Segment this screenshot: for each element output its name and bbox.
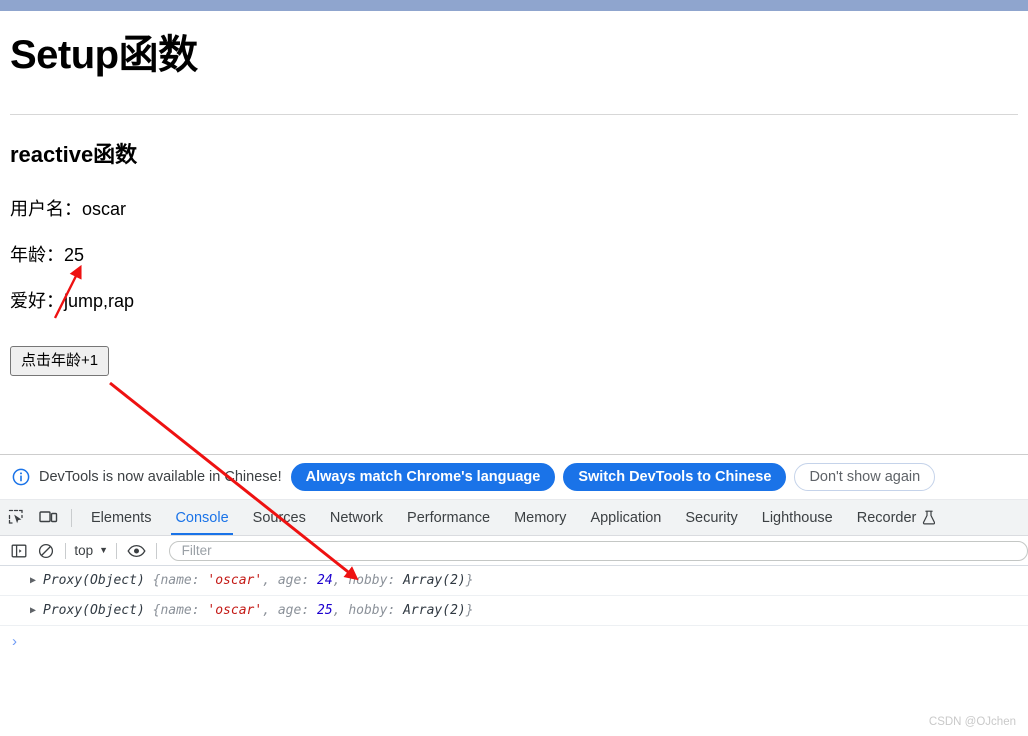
prop-key-name: name: [160,573,200,588]
prop-key-name: name: [160,603,200,618]
clear-console-icon[interactable] [33,539,60,563]
console-message-row[interactable]: ▶ Proxy(Object) { name: 'oscar' , age: 2… [0,566,1028,596]
switch-to-chinese-button[interactable]: Switch DevTools to Chinese [563,463,787,491]
tab-lighthouse[interactable]: Lighthouse [750,500,845,535]
object-class-name: Proxy(Object) [43,603,145,618]
console-toolbar-divider-1 [65,542,67,559]
console-filter-input[interactable] [179,542,1017,559]
expand-triangle-icon[interactable]: ▶ [30,575,36,586]
prop-key-hobby: hobby: [348,573,396,588]
prop-key-hobby: hobby: [348,603,396,618]
info-circle-icon [12,468,30,486]
always-match-language-button[interactable]: Always match Chrome's language [290,463,556,491]
execution-context-label: top [74,543,94,558]
object-close-brace: } [465,573,474,588]
dont-show-again-button[interactable]: Don't show again [794,463,936,491]
devtools-tab-bar: Elements Console Sources Network Perform… [0,500,1028,536]
live-expression-eye-icon[interactable] [123,539,150,563]
tab-elements[interactable]: Elements [79,500,163,535]
devtools-language-banner: DevTools is now available in Chinese! Al… [0,455,1028,500]
field-age: 年龄：25 [10,245,85,265]
prop-value-hobby: Array(2) [403,573,466,588]
object-close-brace: } [465,603,474,618]
devtools-panel: DevTools is now available in Chinese! Al… [0,454,1028,736]
device-toolbar-icon[interactable] [32,500,64,535]
prop-comma-2: , [332,573,341,588]
browser-chrome-strip [0,0,1028,11]
banner-message: DevTools is now available in Chinese! [39,469,282,485]
tab-security[interactable]: Security [673,500,749,535]
console-prompt-row[interactable]: › [0,626,1028,656]
field-hobby: 爱好：jump,rap [10,291,135,311]
watermark: CSDN @OJchen [928,716,1016,728]
flask-icon [922,510,936,525]
prop-comma-1: , [262,573,271,588]
screenshot-root: Setup函数 reactive函数 用户名：oscar 年龄：25 爱好：ju… [0,0,1028,736]
object-open-brace: { [152,573,161,588]
prop-key-age: age: [277,603,310,618]
field-username: 用户名：oscar [10,199,127,219]
tab-memory[interactable]: Memory [502,500,578,535]
web-page-content: Setup函数 reactive函数 用户名：oscar 年龄：25 爱好：ju… [0,14,1028,454]
tab-performance[interactable]: Performance [395,500,502,535]
object-open-brace: { [152,603,161,618]
increment-age-button[interactable]: 点击年龄+1 [10,346,110,376]
prop-value-name: 'oscar' [207,573,263,588]
prop-comma-2: , [332,603,341,618]
tab-recorder[interactable]: Recorder [845,500,948,535]
console-sidebar-icon[interactable] [6,539,33,563]
prop-key-age: age: [277,573,310,588]
console-toolbar: top ▼ [0,536,1028,566]
title-divider [10,114,1018,115]
console-filter-box[interactable] [168,540,1028,561]
prop-value-hobby: Array(2) [403,603,466,618]
prop-value-name: 'oscar' [207,603,263,618]
console-prompt-icon: › [12,632,17,650]
chevron-down-icon: ▼ [99,545,109,555]
section-heading: reactive函数 [10,142,138,167]
console-toolbar-divider-3 [155,542,157,559]
console-toolbar-divider-2 [116,542,118,559]
toolbar-divider [71,508,72,527]
tab-application[interactable]: Application [578,500,673,535]
execution-context-dropdown[interactable]: top ▼ [72,543,110,558]
console-message-list: ▶ Proxy(Object) { name: 'oscar' , age: 2… [0,566,1028,656]
console-message-row[interactable]: ▶ Proxy(Object) { name: 'oscar' , age: 2… [0,596,1028,626]
page-title: Setup函数 [10,33,198,77]
expand-triangle-icon[interactable]: ▶ [30,605,36,616]
object-class-name: Proxy(Object) [43,573,145,588]
tab-recorder-label: Recorder [856,509,917,526]
tab-sources[interactable]: Sources [241,500,318,535]
prop-value-age: 25 [317,603,333,618]
tab-network[interactable]: Network [318,500,395,535]
prop-comma-1: , [262,603,271,618]
inspect-element-icon[interactable] [0,500,32,535]
prop-value-age: 24 [317,573,333,588]
tab-console[interactable]: Console [163,500,240,535]
